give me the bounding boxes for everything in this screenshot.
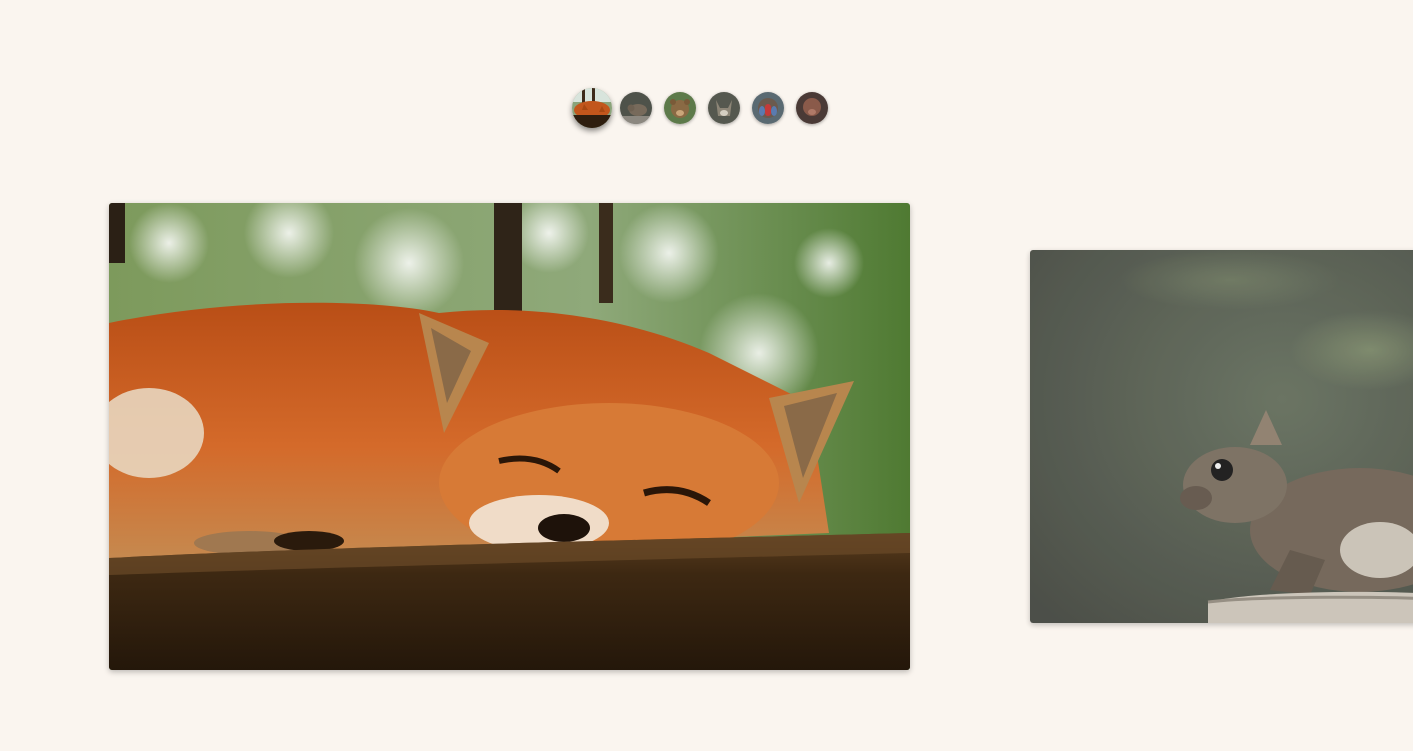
wolf-thumbnail-icon: [708, 92, 740, 124]
squirrel-image-icon: [1030, 250, 1413, 623]
thumbnail-fox[interactable]: [572, 88, 612, 128]
thumbnail-mandrill[interactable]: [752, 92, 784, 124]
thumbnail-wolf[interactable]: [708, 92, 740, 124]
gallery-stage: [0, 0, 1413, 751]
squirrel-thumbnail-icon: [620, 92, 652, 124]
fox-thumbnail-icon: [572, 88, 612, 128]
next-slide[interactable]: [1030, 250, 1413, 623]
fox-image-icon: [109, 203, 910, 670]
current-slide[interactable]: [109, 203, 910, 670]
bear-thumbnail-icon: [664, 92, 696, 124]
thumbnail-bear[interactable]: [664, 92, 696, 124]
thumbnail-animal[interactable]: [796, 92, 828, 124]
thumbnail-squirrel[interactable]: [620, 92, 652, 124]
mandrill-thumbnail-icon: [752, 92, 784, 124]
thumbnail-nav: [572, 87, 840, 129]
animal-thumbnail-icon: [796, 92, 828, 124]
